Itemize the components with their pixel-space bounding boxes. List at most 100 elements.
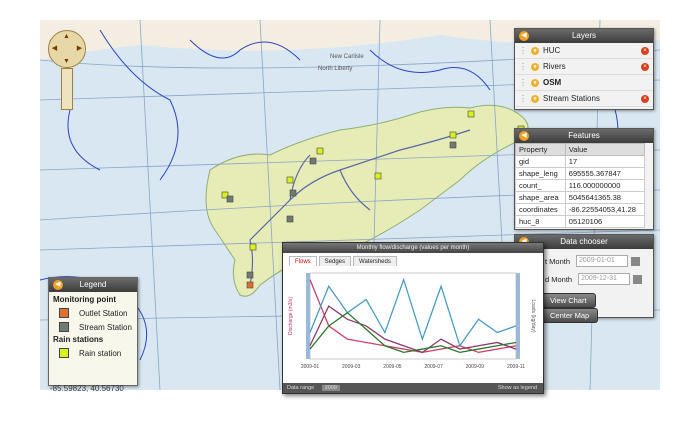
layer-icon: ● xyxy=(531,94,539,103)
table-row[interactable]: huc_8 05120106 xyxy=(515,215,646,228)
remove-layer-icon[interactable]: × xyxy=(641,62,649,71)
column-header[interactable]: Value xyxy=(564,143,646,156)
table-row[interactable]: count_ 116.000000000 xyxy=(515,179,646,192)
chart-window[interactable]: Monthly flow/discharge (values per month… xyxy=(282,242,544,394)
pan-up-icon[interactable]: ▲ xyxy=(62,32,71,41)
tab-watersheds[interactable]: Watersheds xyxy=(353,256,397,266)
show-legend-toggle[interactable]: Show as legend xyxy=(498,383,537,393)
tab-flows[interactable]: Flows xyxy=(289,256,317,266)
outlet-station-marker[interactable] xyxy=(246,281,254,289)
x-tick-label: 2009-01 xyxy=(301,364,320,370)
x-tick-label: 2009-07 xyxy=(424,364,443,370)
layers-header[interactable]: ◀ Layers xyxy=(515,29,653,43)
value-cell: 05120106 xyxy=(564,215,646,228)
stream-station-marker[interactable] xyxy=(286,215,294,223)
layer-row-stream-stations[interactable]: ⋮ ● Stream Stations × xyxy=(515,91,653,107)
layer-row-rivers[interactable]: ⋮ ● Rivers × xyxy=(515,59,653,75)
plot-area xyxy=(309,272,517,360)
features-header[interactable]: ◀ Features xyxy=(515,129,653,143)
layer-icon: ● xyxy=(531,62,539,71)
tab-sedges[interactable]: Sedges xyxy=(318,256,352,266)
collapse-icon[interactable]: ◀ xyxy=(53,280,63,290)
property-cell: shape_area xyxy=(515,191,566,204)
year-select[interactable]: 2009 xyxy=(321,385,340,391)
outlet-station-swatch xyxy=(59,308,69,318)
rain-station-marker[interactable] xyxy=(286,176,294,184)
table-row[interactable]: gid 17 xyxy=(515,155,646,168)
layer-label: Stream Stations xyxy=(543,94,600,103)
start-month-input[interactable]: 2009-01-01 xyxy=(576,255,629,267)
stream-station-marker[interactable] xyxy=(449,141,457,149)
layer-row-osm[interactable]: ⋮ ● OSM xyxy=(515,75,653,91)
column-header[interactable]: Property xyxy=(515,143,566,156)
features-table: Property Value gid 17 shape_leng 695555.36… xyxy=(515,143,646,228)
value-cell: 695555.367847 xyxy=(564,167,646,180)
x-tick-label: 2009-11 xyxy=(507,364,525,370)
value-cell: 116.000000000 xyxy=(564,179,646,192)
legend-title: Legend xyxy=(79,280,107,289)
rain-station-marker[interactable] xyxy=(316,147,324,155)
layer-label: HUC xyxy=(543,46,561,55)
rain-station-marker[interactable] xyxy=(449,131,457,139)
x-tick-label: 2009-05 xyxy=(383,364,402,370)
view-chart-button[interactable]: View Chart xyxy=(541,293,596,308)
property-cell: coordinates xyxy=(515,203,566,216)
drag-handle-icon[interactable]: ⋮ xyxy=(519,94,527,103)
left-axis-bar xyxy=(306,273,310,359)
y-axis-label-left: Discharge (m3/s) xyxy=(288,297,294,335)
property-cell: huc_8 xyxy=(515,215,566,228)
legend-section-rain: Rain stations xyxy=(53,335,104,344)
collapse-icon[interactable]: ◀ xyxy=(519,131,529,141)
legend-label: Rain station xyxy=(79,348,122,358)
table-row[interactable]: shape_area 5045641365.38 xyxy=(515,191,646,204)
rain-station-marker[interactable] xyxy=(467,110,475,118)
place-label-north-liberty: North Liberty xyxy=(318,66,352,72)
stream-station-marker[interactable] xyxy=(289,189,297,197)
calendar-icon[interactable] xyxy=(631,256,641,266)
rain-station-swatch xyxy=(59,348,69,358)
layer-label: OSM xyxy=(543,78,562,87)
x-tick-label: 2009-09 xyxy=(466,364,485,370)
legend-panel: ◀ Legend Monitoring point Outlet Station… xyxy=(48,277,138,386)
features-title: Features xyxy=(568,131,600,140)
legend-section-monitoring: Monitoring point xyxy=(53,295,117,304)
right-axis-bar xyxy=(516,273,520,359)
pan-right-icon[interactable]: ▶ xyxy=(75,44,84,53)
remove-layer-icon[interactable]: × xyxy=(641,46,649,55)
zoom-slider[interactable] xyxy=(61,68,73,110)
center-map-button[interactable]: Center Map xyxy=(541,308,599,323)
layer-icon: ● xyxy=(531,46,539,55)
value-cell: -86.22554053,41.28 xyxy=(564,203,646,216)
stream-station-marker[interactable] xyxy=(246,271,254,279)
layer-row-huc[interactable]: ⋮ ● HUC × xyxy=(515,43,653,59)
legend-label: Stream Station xyxy=(79,322,132,332)
layer-label: Rivers xyxy=(543,62,566,71)
pan-left-icon[interactable]: ◀ xyxy=(50,44,59,53)
table-row[interactable]: coordinates -86.22554053,41.28 xyxy=(515,203,646,216)
stream-station-marker[interactable] xyxy=(309,157,317,165)
collapse-icon[interactable]: ◀ xyxy=(519,31,529,41)
value-cell: 17 xyxy=(564,155,646,168)
end-month-input[interactable]: 2009-12-31 xyxy=(578,273,631,285)
table-row[interactable]: shape_leng 695555.367847 xyxy=(515,167,646,180)
footer-label: Data range xyxy=(287,385,315,391)
calendar-icon[interactable] xyxy=(633,274,643,284)
drag-handle-icon[interactable]: ⋮ xyxy=(519,62,527,71)
stream-station-marker[interactable] xyxy=(226,195,234,203)
remove-layer-icon[interactable]: × xyxy=(641,94,649,103)
drag-handle-icon[interactable]: ⋮ xyxy=(519,78,527,87)
legend-header[interactable]: ◀ Legend xyxy=(49,278,137,292)
rain-station-marker[interactable] xyxy=(374,172,382,180)
property-cell: shape_leng xyxy=(515,167,566,180)
property-cell: count_ xyxy=(515,179,566,192)
layers-title: Layers xyxy=(571,31,596,40)
property-cell: gid xyxy=(515,155,566,168)
drag-handle-icon[interactable]: ⋮ xyxy=(519,46,527,55)
chart-window-title[interactable]: Monthly flow/discharge (values per month… xyxy=(283,243,543,253)
rain-station-marker[interactable] xyxy=(249,243,257,251)
end-month-label: d Month xyxy=(545,274,573,284)
pan-control[interactable]: ▲ ▼ ◀ ▶ xyxy=(48,30,86,68)
pan-down-icon[interactable]: ▼ xyxy=(62,57,71,66)
stream-station-swatch xyxy=(59,322,69,332)
layers-panel: ◀ Layers ⋮ ● HUC × ⋮ ● Rivers × ⋮ ● OSM … xyxy=(514,28,654,110)
